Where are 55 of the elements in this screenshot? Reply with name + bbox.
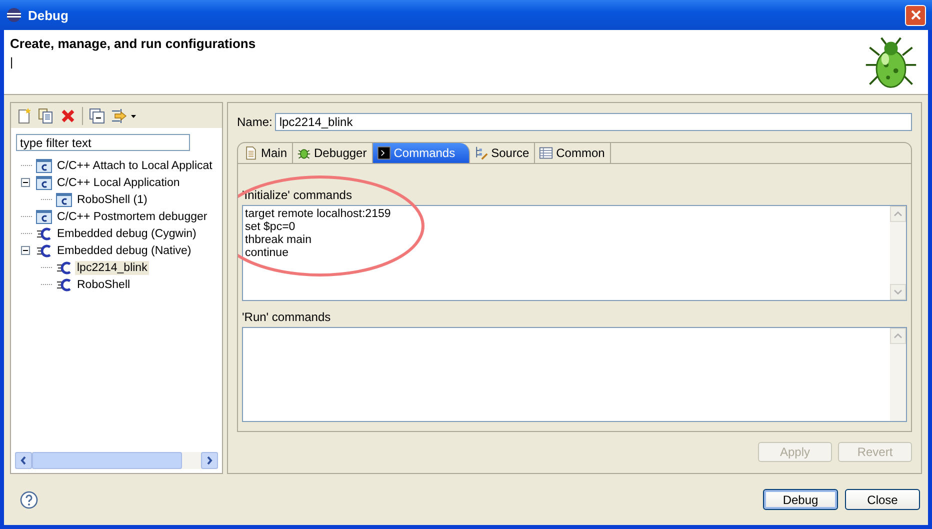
c-file-icon — [36, 208, 52, 224]
tree-item[interactable]: lpc2214_blink — [75, 260, 150, 274]
c-file-icon — [36, 158, 52, 174]
header-title: Create, manage, and run configurations — [10, 36, 256, 51]
close-icon — [910, 10, 920, 20]
source-tree-icon — [474, 146, 488, 160]
tree-item[interactable]: C/C++ Local Application — [55, 176, 182, 190]
tab[interactable]: Debugger — [293, 143, 373, 163]
collapse-toggle-icon[interactable] — [21, 178, 30, 187]
delete-icon[interactable] — [60, 108, 76, 124]
horizontal-scrollbar[interactable] — [15, 452, 218, 469]
new-document-icon[interactable] — [16, 108, 32, 124]
duplicate-icon[interactable] — [38, 108, 54, 124]
bug-icon — [297, 146, 312, 160]
c-file-icon — [56, 192, 72, 208]
tab[interactable]: Source — [470, 143, 536, 163]
tree-item[interactable]: Embedded debug (Native) — [55, 244, 194, 258]
table-icon — [539, 146, 554, 160]
tree-item[interactable]: Embedded debug (Cygwin) — [55, 226, 198, 240]
section-label: 'Initialize' commands — [242, 188, 353, 202]
scroll-right-button[interactable] — [201, 452, 218, 469]
section-label: 'Run' commands — [242, 310, 332, 324]
c-file-icon — [36, 174, 52, 190]
tree-item[interactable]: C/C++ Postmortem debugger — [55, 210, 210, 224]
vertical-scrollbar[interactable] — [890, 328, 906, 421]
c-debug-icon — [36, 242, 52, 258]
commands-field[interactable]: target remote localhost:2159 set $pc=0 thbreak main continue — [242, 205, 907, 300]
command-text: target remote localhost:2159 set $pc=0 thbreak main continue — [245, 208, 391, 259]
dialog-button[interactable]: Debug — [763, 489, 838, 510]
document-icon — [244, 146, 258, 160]
tree-item[interactable]: RoboShell — [75, 278, 132, 292]
dialog-button[interactable]: Close — [845, 489, 920, 510]
filter-field[interactable]: type filter text — [16, 134, 190, 151]
tree-item[interactable]: C/C++ Attach to Local Applicat — [55, 158, 214, 172]
name-label: Name: — [237, 115, 272, 129]
header-message: | — [10, 55, 14, 69]
filter-icon[interactable] — [111, 108, 137, 124]
tab[interactable]: Common — [535, 143, 611, 163]
tab[interactable]: Main — [240, 143, 294, 163]
app-icon — [6, 7, 22, 23]
scroll-left-button[interactable] — [15, 452, 32, 469]
window-title: Debug — [28, 8, 70, 22]
c-debug-icon — [56, 276, 72, 292]
close-button[interactable] — [905, 4, 926, 26]
scroll-thumb[interactable] — [32, 452, 182, 469]
scroll-up-button[interactable] — [890, 328, 906, 344]
c-debug-icon — [56, 260, 72, 276]
terminal-icon — [376, 146, 391, 160]
collapse-all-icon[interactable] — [89, 108, 105, 124]
c-debug-icon — [36, 226, 52, 242]
help-icon[interactable] — [20, 490, 38, 508]
tree-item[interactable]: RoboShell (1) — [75, 192, 150, 206]
collapse-toggle-icon[interactable] — [21, 246, 30, 255]
tab[interactable]: Commands — [372, 143, 470, 163]
name-field[interactable]: lpc2214_blink — [275, 113, 912, 131]
